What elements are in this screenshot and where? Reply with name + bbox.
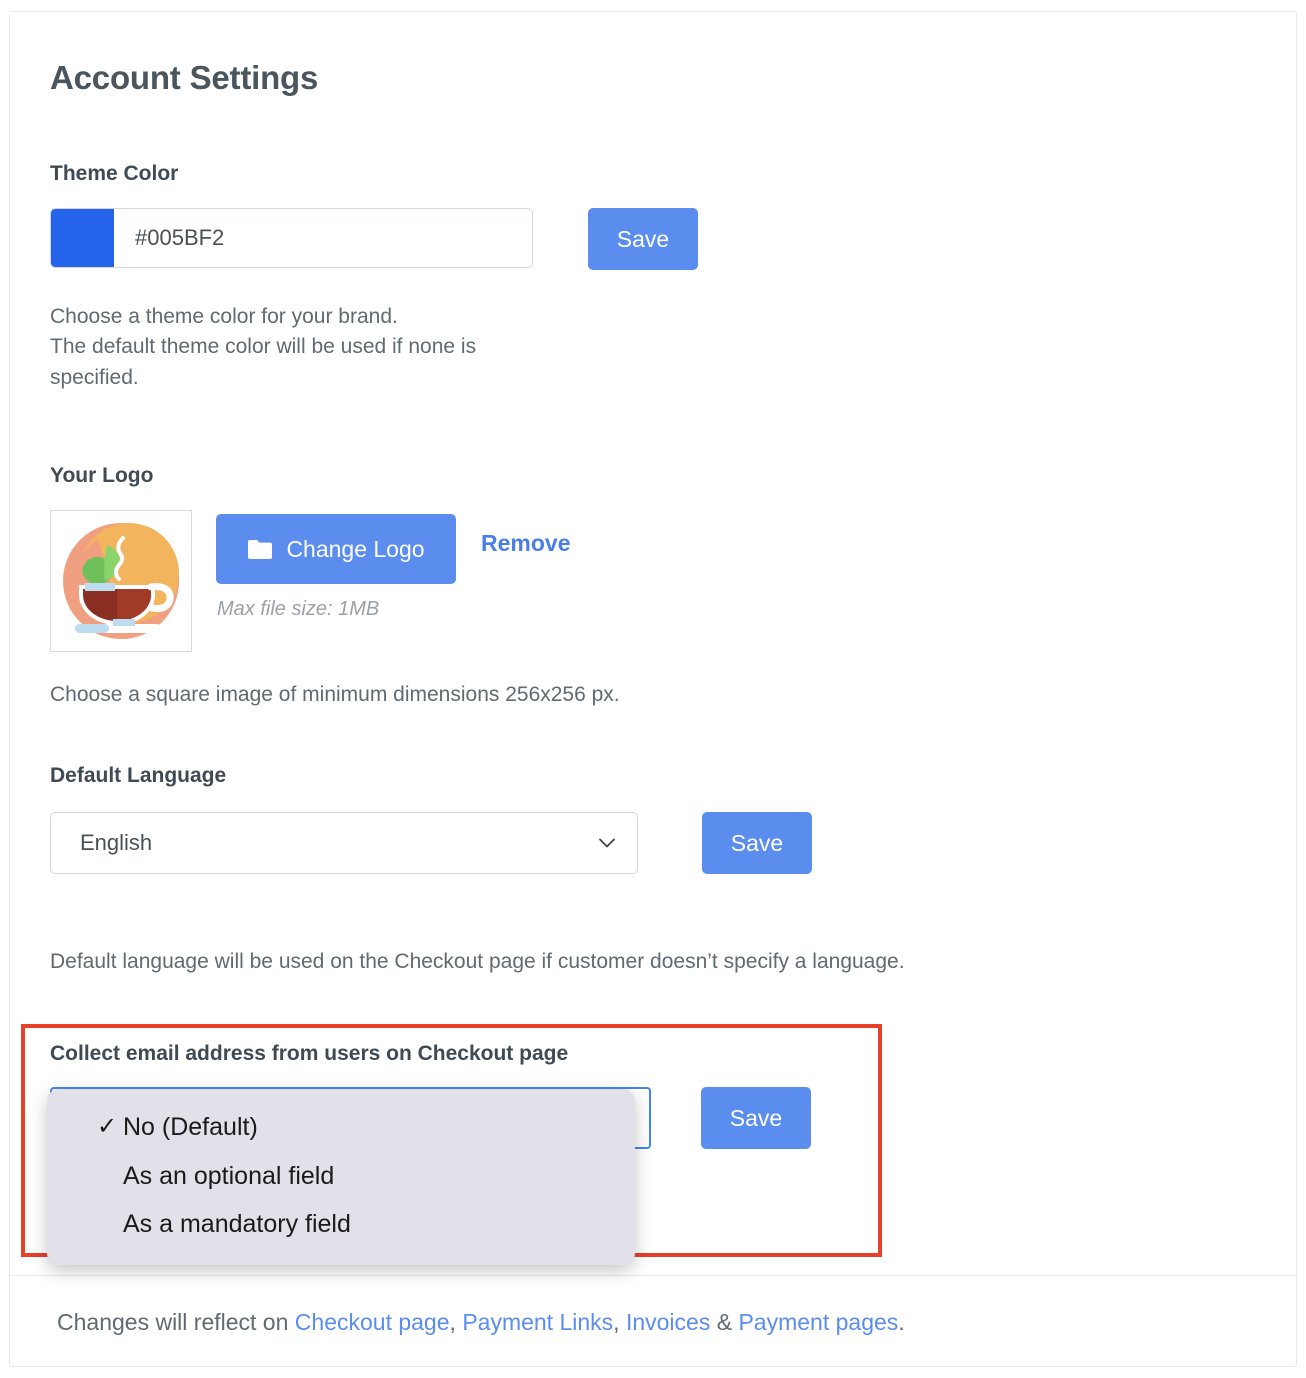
account-settings-screen: Account Settings Theme Color Save Choose… — [0, 0, 1306, 1378]
default-language-save-button[interactable]: Save — [702, 812, 812, 874]
theme-color-row: Save — [50, 208, 698, 270]
collect-email-save-button[interactable]: Save — [701, 1087, 811, 1149]
payment-pages-link[interactable]: Payment pages — [738, 1309, 898, 1335]
default-language-label: Default Language — [50, 764, 227, 787]
folder-icon — [247, 539, 273, 560]
theme-color-helper-line-1: Choose a theme color for your brand. — [50, 305, 398, 328]
settings-card: Account Settings Theme Color Save Choose… — [9, 11, 1297, 1367]
footer-suffix: . — [898, 1309, 905, 1335]
footer-prefix: Changes will reflect on — [57, 1309, 295, 1335]
change-logo-button[interactable]: Change Logo — [216, 514, 456, 584]
dropdown-option-label: As an optional field — [123, 1161, 335, 1190]
dropdown-option-label: No (Default) — [123, 1113, 258, 1141]
theme-color-save-button[interactable]: Save — [588, 208, 698, 270]
dropdown-option-label: As a mandatory field — [123, 1210, 351, 1238]
coffee-cup-logo-icon — [51, 511, 191, 651]
footer-sep-1: , — [449, 1309, 463, 1335]
checkout-page-link[interactable]: Checkout page — [295, 1309, 450, 1335]
footer-sep-3: & — [710, 1309, 739, 1335]
default-language-helper: Default language will be used on the Che… — [50, 950, 905, 973]
footer-divider — [10, 1275, 1296, 1276]
dropdown-option-optional-field[interactable]: As an optional field — [47, 1152, 635, 1201]
remove-logo-link[interactable]: Remove — [481, 530, 570, 557]
default-language-select[interactable]: English — [50, 812, 638, 874]
logo-helper: Choose a square image of minimum dimensi… — [50, 683, 620, 706]
logo-preview — [50, 510, 192, 652]
invoices-link[interactable]: Invoices — [626, 1309, 710, 1335]
theme-color-helper-line-2: The default theme color will be used if … — [50, 335, 477, 359]
footer-sep-2: , — [613, 1309, 626, 1335]
theme-color-swatch[interactable] — [51, 209, 114, 267]
collect-email-dropdown-menu[interactable]: ✓ No (Default) As an optional field As a… — [47, 1089, 635, 1265]
your-logo-label: Your Logo — [50, 464, 154, 487]
collect-email-label: Collect email address from users on Chec… — [50, 1042, 569, 1065]
default-language-row: English Save — [50, 812, 812, 874]
theme-color-input-wrap[interactable] — [50, 208, 533, 268]
max-file-size-note: Max file size: 1MB — [217, 598, 380, 620]
chevron-down-icon — [597, 833, 617, 853]
check-icon: ✓ — [97, 1113, 118, 1140]
theme-color-helper-line-3: specified. — [50, 365, 139, 389]
theme-color-helper: Choose a theme color for your brand. The… — [50, 302, 650, 393]
dropdown-option-mandatory-field[interactable]: As a mandatory field — [47, 1200, 635, 1249]
footer-note: Changes will reflect on Checkout page, P… — [57, 1309, 905, 1336]
default-language-value: English — [80, 830, 153, 855]
page-title: Account Settings — [50, 59, 319, 96]
change-logo-button-label: Change Logo — [286, 535, 425, 562]
theme-color-label: Theme Color — [50, 162, 179, 185]
theme-color-input[interactable] — [114, 209, 532, 267]
dropdown-option-no-default[interactable]: ✓ No (Default) — [47, 1103, 635, 1152]
payment-links-link[interactable]: Payment Links — [462, 1309, 613, 1335]
